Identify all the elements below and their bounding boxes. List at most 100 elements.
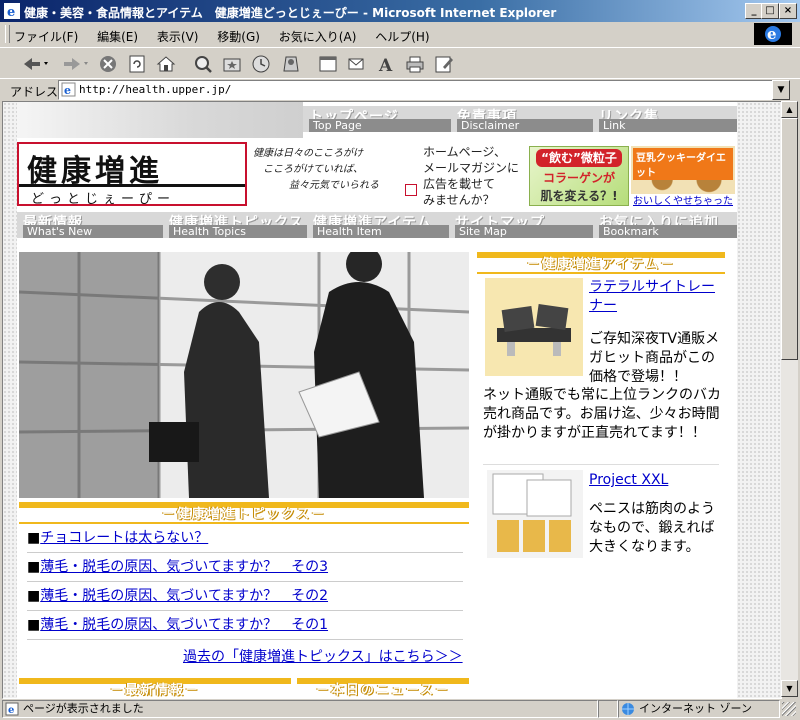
svg-text:A: A — [378, 56, 393, 75]
search-icon[interactable] — [192, 53, 214, 75]
nav-whats-new[interactable]: 最新情報 What's New — [17, 212, 163, 238]
menu-view[interactable]: 表示(V) — [157, 30, 199, 44]
collagen-banner[interactable]: “飲む”微粒子 コラーゲンが 肌を変える？! — [529, 146, 629, 206]
vertical-scrollbar[interactable]: ▲ ▼ — [781, 101, 798, 697]
topic-link[interactable]: チョコレートは太らない？ — [40, 530, 208, 546]
topic-row: ■チョコレートは太らない？ — [27, 524, 463, 553]
nav-health-topics[interactable]: 健康増進トピックス Health Topics — [163, 212, 307, 238]
home-icon[interactable] — [155, 53, 177, 75]
edit-icon[interactable] — [433, 53, 455, 75]
status-zone-panel: インターネット ゾーン — [618, 700, 780, 718]
items-cover — [477, 558, 727, 698]
status-text: ページが表示されました — [23, 702, 144, 715]
item-xxl-image[interactable] — [487, 470, 583, 558]
menu-file[interactable]: ファイル(F) — [14, 30, 78, 44]
print-icon[interactable] — [404, 53, 426, 75]
page-done-icon: e — [5, 702, 19, 716]
stop-icon[interactable] — [97, 53, 119, 75]
status-text-panel: e ページが表示されました — [2, 700, 598, 718]
nav-top-page[interactable]: トップページ Top Page — [303, 106, 451, 132]
items-header: －健康増進アイテム－ — [477, 252, 725, 274]
menu-go[interactable]: 移動(G) — [217, 30, 260, 44]
businessmen-image — [19, 252, 469, 498]
menu-favorites[interactable]: お気に入り(A) — [279, 30, 357, 44]
scroll-thumb[interactable] — [781, 118, 798, 360]
svg-text:e: e — [64, 84, 71, 97]
site-logo[interactable]: 健康増進 どっとじぇーぴー — [17, 142, 247, 207]
address-dropdown-icon[interactable]: ▼ — [772, 80, 790, 100]
nav-site-map[interactable]: サイトマップ Site Map — [449, 212, 593, 238]
window-title-bar[interactable]: e 健康・美容・食品情報とアイテム 健康増進どっとじぇーぴー - Microso… — [0, 0, 800, 22]
address-input[interactable]: e http://health.upper.jp/ — [58, 80, 774, 100]
internet-zone-icon — [622, 703, 634, 715]
scroll-up-icon[interactable]: ▲ — [781, 101, 798, 118]
history-icon[interactable] — [250, 53, 272, 75]
cookie-link[interactable]: おいしくやせちゃった — [633, 192, 733, 207]
refresh-icon[interactable] — [126, 53, 148, 75]
page-icon: e — [61, 82, 76, 97]
svg-text:e: e — [8, 705, 14, 716]
ie-logo-icon: e — [765, 25, 781, 43]
ad-invitation[interactable]: ホームページ、 メールマガジンに 広告を載せて みませんか？ — [423, 144, 527, 208]
item-divider — [483, 464, 719, 465]
fullscreen-icon[interactable] — [317, 53, 339, 75]
mail-icon[interactable] — [346, 53, 368, 75]
ie-window-icon: e — [4, 3, 20, 19]
zone-text: インターネット ゾーン — [639, 702, 752, 715]
item-lateral-desc2: ネット通販でも常に上位ランクのバカ売れ商品です。お届け迄、少々お時間が掛かります… — [483, 387, 721, 441]
topic-link[interactable]: 薄毛・脱毛の原因、気づいてますか？ その3 — [40, 559, 328, 575]
svg-text:e: e — [7, 5, 15, 19]
topic-row: ■薄毛・脱毛の原因、気づいてますか？ その3 — [27, 553, 463, 582]
back-icon[interactable] — [20, 53, 50, 75]
scroll-down-icon[interactable]: ▼ — [781, 680, 798, 697]
red-box-icon — [405, 184, 417, 196]
menu-bar: ファイル(F) 編集(E) 表示(V) 移動(G) お気に入り(A) ヘルプ(H… — [0, 22, 800, 46]
hero-photo — [19, 252, 469, 498]
news-header: －最新情報－ — [19, 678, 291, 698]
topics-header: －健康増進トピックス－ — [19, 502, 469, 524]
window-title: 健康・美容・食品情報とアイテム 健康増進どっとじぇーぴー - Microsoft… — [24, 6, 557, 20]
favorites-icon[interactable] — [221, 53, 243, 75]
stepper-icon — [497, 304, 571, 356]
soy-cookie-banner[interactable]: 豆乳クッキーダイエット — [631, 146, 735, 194]
tagline: 健康は日々のこころがけ こころがけていれば、 益々元気でいられる — [253, 148, 379, 191]
nav-health-item[interactable]: 健康増進アイテム Health Item — [307, 212, 449, 238]
item-xxl-desc: ペニスは筋肉のようなもので、鍛えれば大きくなります。 — [589, 501, 715, 555]
ie-throbber-logo: e — [754, 23, 792, 45]
item-xxl-link[interactable]: Project XXL — [589, 472, 668, 488]
nav-disclaimer[interactable]: 免責事項 Disclaimer — [451, 106, 593, 132]
topic-link[interactable]: 薄毛・脱毛の原因、気づいてますか？ その1 — [40, 617, 328, 633]
standard-toolbar: A — [0, 47, 800, 80]
left-margin — [3, 102, 17, 698]
page-viewport: トップページ Top Page 免責事項 Disclaimer リンク集 Lin… — [2, 101, 782, 699]
toolbar-grip[interactable] — [5, 25, 10, 43]
product-box-icon — [492, 473, 572, 552]
close-button[interactable]: × — [779, 3, 797, 19]
status-bar: e ページが表示されました インターネット ゾーン — [0, 698, 800, 720]
menu-help[interactable]: ヘルプ(H) — [375, 30, 429, 44]
font-size-icon[interactable]: A — [375, 53, 397, 75]
menu-edit[interactable]: 編集(E) — [97, 30, 138, 44]
topics-more-link[interactable]: 過去の「健康増進トピックス」はこちら＞＞ — [183, 646, 463, 666]
logo-title: 健康増進 — [27, 154, 163, 189]
item-lateral-desc1: ご存知深夜TV通販メガヒット商品がこの価格で登場！！ — [589, 331, 720, 385]
maximize-button[interactable]: □ — [761, 3, 779, 19]
address-url: http://health.upper.jp/ — [79, 83, 232, 96]
nav-link[interactable]: リンク集 Link — [593, 106, 737, 132]
address-label: アドレス — [10, 85, 59, 99]
forward-icon[interactable] — [60, 53, 90, 75]
item-lateral-trainer-link[interactable]: ラテラルサイトレーナー — [589, 278, 724, 316]
top-strip — [17, 102, 303, 138]
resize-grip-icon[interactable] — [782, 702, 796, 716]
topic-row: ■薄毛・脱毛の原因、気づいてますか？ その2 — [27, 582, 463, 611]
logo-subtitle: どっとじぇーぴー — [31, 192, 176, 207]
channels-icon[interactable] — [280, 53, 302, 75]
item-stepper-image[interactable] — [485, 278, 583, 376]
today-news-header: －本日のニュース－ — [297, 678, 469, 698]
topic-row: ■薄毛・脱毛の原因、気づいてますか？ その1 — [27, 611, 463, 640]
topic-link[interactable]: 薄毛・脱毛の原因、気づいてますか？ その2 — [40, 588, 328, 604]
right-margin — [737, 102, 781, 698]
nav-bookmark[interactable]: お気に入りに追加 Bookmark — [593, 212, 737, 238]
status-panel-empty — [598, 700, 618, 718]
svg-text:e: e — [767, 25, 777, 43]
